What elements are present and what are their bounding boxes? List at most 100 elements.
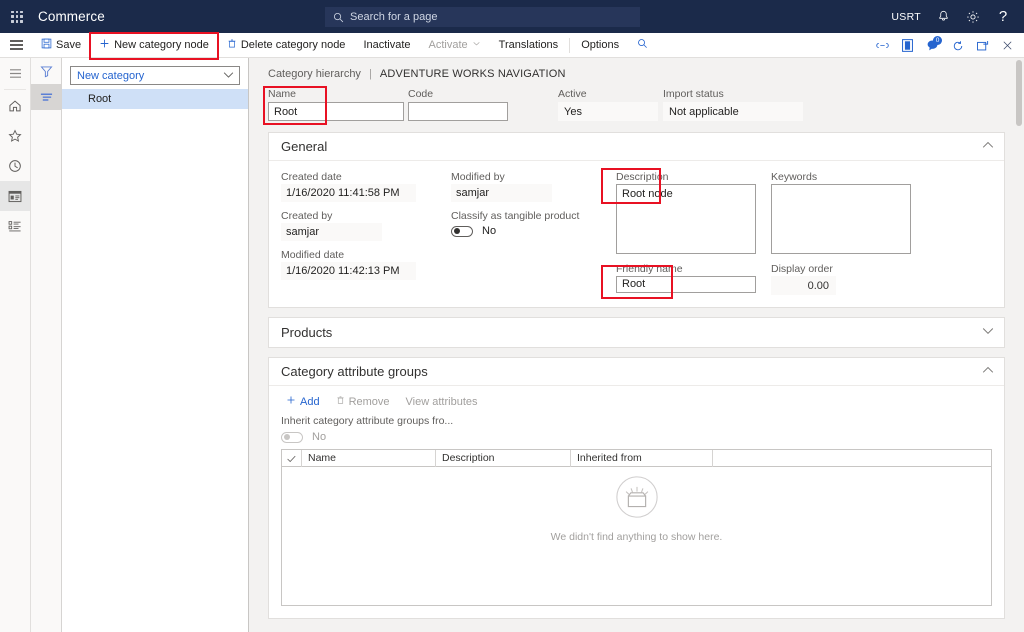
office-app-icon[interactable] [895,33,920,58]
description-textarea[interactable]: Root node [616,184,756,254]
general-col-1: Created date 1/16/2020 11:41:58 PM Creat… [269,171,439,295]
new-category-node-button[interactable]: New category node [89,31,219,60]
section-attribute-groups: Category attribute groups Add Remove Vie… [268,357,1005,619]
friendly-name-label: Friendly name [616,263,683,275]
plus-icon [99,38,110,52]
options-button[interactable]: Options [572,33,628,58]
select-all-checkmark-icon[interactable] [282,450,302,467]
chevron-up-icon[interactable] [982,366,994,377]
category-hierarchy-dropdown-value: New category [77,69,145,82]
chat-feedback-icon[interactable]: 0 [920,33,945,58]
general-col-4: Keywords Display order 0.00 [759,171,914,295]
field-active-label: Active [558,88,587,100]
command-search-button[interactable] [628,33,657,58]
grid-empty-state: We didn't find anything to show here. [282,474,991,543]
section-products-title: Products [281,325,333,340]
refresh-icon[interactable] [945,33,970,58]
main-vertical-scrollbar[interactable] [1016,60,1022,126]
breadcrumb-parent[interactable]: Category hierarchy [268,68,361,80]
field-code: Code [408,88,558,121]
section-products-header[interactable]: Products [269,318,1004,347]
created-by-value: samjar [281,223,382,241]
breadcrumb-current: ADVENTURE WORKS NAVIGATION [379,68,566,80]
save-button[interactable]: Save [32,33,90,58]
field-active: Active Yes [558,88,663,121]
category-hierarchy-selector-wrap: New category [62,58,248,89]
command-bar: Save New category node Delete category n… [0,31,1024,60]
global-search-box[interactable]: Search for a page [325,7,640,27]
section-general: General Created date 1/16/2020 11:41:58 … [268,132,1005,308]
close-icon[interactable] [995,33,1020,58]
activate-button: Activate [420,33,490,58]
created-by-label: Created by [281,210,333,222]
remove-attribute-group-button: Remove [329,392,397,411]
display-order-value: 0.00 [807,279,829,292]
command-bar-divider [569,37,571,53]
app-root: Commerce Search for a page USRT ? Save N… [0,0,1024,632]
keywords-label: Keywords [771,171,818,183]
trash-icon [336,395,345,408]
category-tree-panel: New category Root [62,58,249,632]
hamburger-icon[interactable] [0,33,32,58]
category-hierarchy-dropdown[interactable]: New category [70,66,240,85]
popout-window-icon[interactable] [970,33,995,58]
friendly-name-input[interactable]: Root [616,276,756,293]
inactivate-button[interactable]: Inactivate [354,33,419,58]
attribute-groups-toolbar: Add Remove View attributes [269,386,1004,415]
delete-category-node-button[interactable]: Delete category node [218,33,355,58]
modified-date-label: Modified date [281,249,345,261]
modules-list-icon[interactable] [0,211,30,241]
inherit-toggle-value: No [312,431,327,443]
chevron-up-icon[interactable] [982,141,994,152]
workspaces-icon[interactable] [0,181,30,211]
remove-attribute-group-label: Remove [348,395,390,408]
plus-icon [286,395,296,408]
top-nav-right-group: USRT ? [884,0,1018,33]
bell-icon[interactable] [928,0,958,33]
inherit-toggle-row: No [281,431,1004,443]
translations-button[interactable]: Translations [490,33,568,58]
friendly-name-value: Root [622,278,646,290]
save-disk-icon [41,38,52,52]
active-value: Yes [558,102,658,121]
column-header-inherited-from[interactable]: Inherited from [571,450,713,467]
app-brand-title: Commerce [38,9,105,24]
description-label: Description [616,171,669,183]
tree-tools-rail [31,58,62,632]
section-general-header[interactable]: General [269,133,1004,161]
classify-tangible-toggle[interactable] [451,225,473,237]
home-icon[interactable] [0,91,30,121]
chevron-down-icon[interactable] [982,327,994,338]
nav-toggle-icon[interactable] [0,58,30,88]
display-order-input[interactable]: 0.00 [771,276,836,295]
add-attribute-group-button[interactable]: Add [279,392,327,411]
global-search-placeholder: Search for a page [350,11,438,23]
name-input-value: Root [274,105,298,118]
translations-label: Translations [498,38,559,51]
active-value-text: Yes [564,105,582,118]
modified-by-value: samjar [451,184,552,202]
breadcrumb-separator: | [369,68,372,80]
inherit-toggle-label: Inherit category attribute groups fro... [281,415,454,427]
modified-date-value: 1/16/2020 11:42:13 PM [281,262,416,280]
recent-clock-icon[interactable] [0,151,30,181]
column-header-name[interactable]: Name [302,450,436,467]
waffle-grid-icon[interactable] [0,0,34,33]
name-input[interactable]: Root [268,102,404,121]
section-general-body: Created date 1/16/2020 11:41:58 PM Creat… [269,161,1004,307]
hierarchy-list-icon[interactable] [31,84,61,110]
code-input[interactable] [408,102,508,121]
tree-node-root[interactable]: Root [62,89,248,109]
gear-icon[interactable] [958,0,988,33]
keywords-textarea[interactable] [771,184,911,254]
section-attribute-groups-header[interactable]: Category attribute groups [269,358,1004,386]
favorites-star-icon[interactable] [0,121,30,151]
activate-label: Activate [428,38,468,51]
view-attributes-button: View attributes [399,393,485,411]
filter-funnel-icon[interactable] [31,58,61,84]
search-icon [637,38,648,52]
question-mark-icon[interactable]: ? [988,0,1018,33]
company-selector[interactable]: USRT [884,0,928,33]
attach-link-icon[interactable] [870,33,895,58]
column-header-description[interactable]: Description [436,450,571,467]
